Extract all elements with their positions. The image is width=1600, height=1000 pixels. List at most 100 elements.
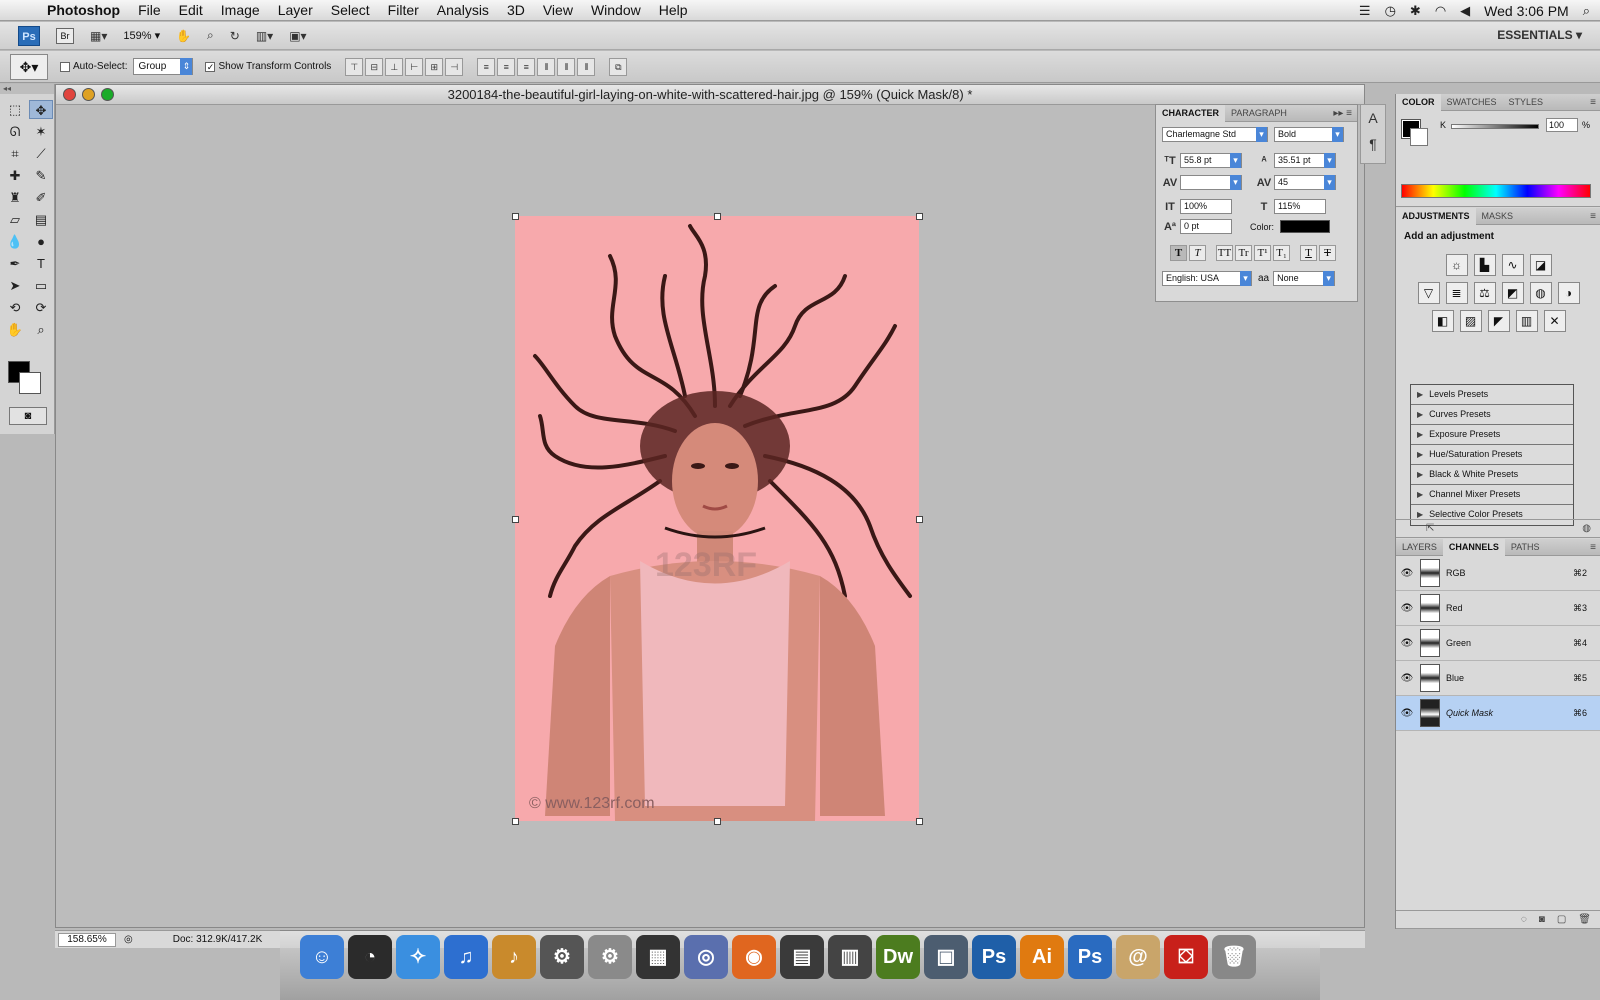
auto-align-icon[interactable]: ⧉ (609, 57, 628, 76)
superscript-button[interactable]: T¹ (1254, 245, 1271, 261)
crop-tool-icon[interactable]: ⌗ (3, 144, 27, 163)
spaces-icon[interactable]: ☰ (1359, 3, 1371, 19)
menu-analysis[interactable]: Analysis (428, 0, 498, 21)
underline-button[interactable]: T (1300, 245, 1317, 261)
channel-row-quick-mask[interactable]: 👁 Quick Mask ⌘6 (1396, 696, 1600, 731)
clone-stamp-tool-icon[interactable]: ♜ (3, 188, 27, 207)
garageband-icon[interactable]: ♪ (492, 935, 536, 979)
move-tool-icon[interactable]: ✥ (29, 100, 53, 119)
background-color-swatch[interactable] (19, 372, 41, 394)
font-style-select[interactable]: Bold (1274, 127, 1344, 142)
wifi-icon[interactable]: ◠ (1435, 3, 1446, 19)
tracking-field[interactable]: 45 (1274, 175, 1336, 190)
channel-row-red[interactable]: 👁 Red ⌘3 (1396, 591, 1600, 626)
leading-field[interactable]: 35.51 pt (1274, 153, 1336, 168)
tab-paragraph[interactable]: PARAGRAPH (1225, 105, 1293, 122)
safari-icon[interactable]: ✧ (396, 935, 440, 979)
firefox-icon[interactable]: ◉ (732, 935, 776, 979)
transform-handle-bottom-right[interactable] (916, 818, 923, 825)
time-machine-icon[interactable]: ◷ (1385, 3, 1396, 19)
zoom-tool-icon[interactable]: ⌕ (29, 320, 53, 339)
film-icon[interactable]: ▦ (636, 935, 680, 979)
healing-brush-tool-icon[interactable]: ✚ (3, 166, 27, 185)
delete-channel-icon[interactable]: 🗑 (1578, 914, 1591, 925)
visibility-eye-icon[interactable]: 👁 (1396, 603, 1418, 614)
preset-black-white[interactable]: ▶ Black & White Presets (1411, 465, 1573, 485)
shape-tool-icon[interactable]: ▭ (29, 276, 53, 295)
faux-bold-button[interactable]: T (1170, 245, 1187, 261)
finder-icon[interactable]: ☺ (300, 935, 344, 979)
brightness-contrast-icon[interactable]: ☼ (1445, 254, 1468, 276)
auto-select-checkbox[interactable]: Auto-Select: (60, 61, 127, 72)
levels-icon[interactable]: ▙ (1473, 254, 1496, 276)
adjustments-panel-menu-icon[interactable]: ≡ (1590, 211, 1600, 222)
eraser-tool-icon[interactable]: ▱ (3, 210, 27, 229)
magic-wand-tool-icon[interactable]: ✶ (29, 122, 53, 141)
photoshop-icon[interactable]: Ps (972, 935, 1016, 979)
tab-swatches[interactable]: SWATCHES (1441, 94, 1503, 111)
quick-mask-mode-button[interactable]: ◙ (9, 407, 47, 425)
visibility-eye-icon[interactable]: 👁 (1396, 708, 1418, 719)
gradient-map-icon[interactable]: ▥ (1515, 310, 1538, 332)
show-transform-checkbox[interactable]: ✓ Show Transform Controls (205, 61, 331, 72)
rotate-view-icon[interactable]: ↻ (230, 29, 240, 43)
black-white-icon[interactable]: ◩ (1501, 282, 1524, 304)
menu-select[interactable]: Select (322, 0, 379, 21)
load-channel-selection-icon[interactable]: ◌ (1521, 914, 1527, 925)
channels-panel-menu-icon[interactable]: ≡ (1590, 542, 1600, 553)
transform-handle-top-right[interactable] (916, 213, 923, 220)
threshold-icon[interactable]: ◤ (1487, 310, 1510, 332)
screen-mode-icon[interactable]: ▣▾ (289, 29, 306, 43)
preset-levels[interactable]: ▶ Levels Presets (1411, 385, 1573, 405)
clapper-icon[interactable]: ▥ (828, 935, 872, 979)
itunes-icon[interactable]: ♫ (444, 935, 488, 979)
distribute-left-icon[interactable]: ⦀ (537, 57, 556, 76)
align-hcenter-icon[interactable]: ⊞ (425, 57, 444, 76)
transform-handle-right[interactable] (916, 516, 923, 523)
color-panel-menu-icon[interactable]: ≡ (1590, 97, 1600, 108)
status-info-icon[interactable]: ◎ (124, 934, 133, 945)
selective-color-icon[interactable]: ✕ (1543, 310, 1566, 332)
transform-handle-bottom-left[interactable] (512, 818, 519, 825)
visibility-eye-icon[interactable]: 👁 (1396, 673, 1418, 684)
menu-image[interactable]: Image (212, 0, 269, 21)
curves-icon[interactable]: ∿ (1501, 254, 1524, 276)
antialias-select[interactable]: None (1273, 271, 1336, 286)
zoom-tool-icon[interactable]: ⌕ (207, 28, 214, 43)
faux-italic-button[interactable]: T (1189, 245, 1206, 261)
channel-row-rgb[interactable]: 👁 RGB ⌘2 (1396, 556, 1600, 591)
small-caps-button[interactable]: Tr (1235, 245, 1252, 261)
auto-select-dropdown[interactable]: Group (133, 58, 194, 75)
aperture-icon[interactable]: ◎ (684, 935, 728, 979)
k-channel-slider[interactable] (1451, 124, 1539, 129)
menu-layer[interactable]: Layer (269, 0, 322, 21)
align-vcenter-icon[interactable]: ⊟ (365, 57, 384, 76)
vertical-scale-field[interactable]: 100% (1180, 199, 1232, 214)
visibility-eye-icon[interactable]: 👁 (1396, 638, 1418, 649)
lasso-tool-icon[interactable]: ᘏ (3, 122, 27, 141)
menu-filter[interactable]: Filter (379, 0, 428, 21)
menu-clock[interactable]: Wed 3:06 PM (1484, 3, 1569, 19)
all-caps-button[interactable]: TT (1216, 245, 1233, 261)
exposure-icon[interactable]: ◪ (1529, 254, 1552, 276)
menu-edit[interactable]: Edit (170, 0, 212, 21)
transform-handle-left[interactable] (512, 516, 519, 523)
image-canvas[interactable]: 123RF © www.123rf.com (515, 216, 919, 821)
tab-character[interactable]: CHARACTER (1156, 104, 1225, 122)
toolbox-grip[interactable]: ◂◂ (0, 84, 54, 94)
bluetooth-icon[interactable]: ✱ (1410, 3, 1421, 19)
font-size-field[interactable]: 55.8 pt (1180, 153, 1242, 168)
utility-icon[interactable]: ⚙ (540, 935, 584, 979)
preview-icon[interactable]: ▣ (924, 935, 968, 979)
eyedropper-tool-icon[interactable]: ⟋ (29, 144, 53, 163)
new-channel-icon[interactable]: ▢ (1557, 914, 1566, 925)
spotlight-icon[interactable]: ⌕ (1583, 3, 1590, 19)
transform-handle-bottom[interactable] (714, 818, 721, 825)
return-to-list-icon[interactable]: ⇱ (1426, 523, 1434, 534)
tab-layers[interactable]: LAYERS (1396, 539, 1443, 556)
distribute-right-icon[interactable]: ⦀ (577, 57, 596, 76)
visibility-eye-icon[interactable]: 👁 (1396, 568, 1418, 579)
tab-styles[interactable]: STYLES (1503, 94, 1550, 111)
arrange-documents-icon[interactable]: ▥▾ (256, 29, 273, 43)
show-transform-box[interactable]: ✓ (205, 61, 216, 72)
